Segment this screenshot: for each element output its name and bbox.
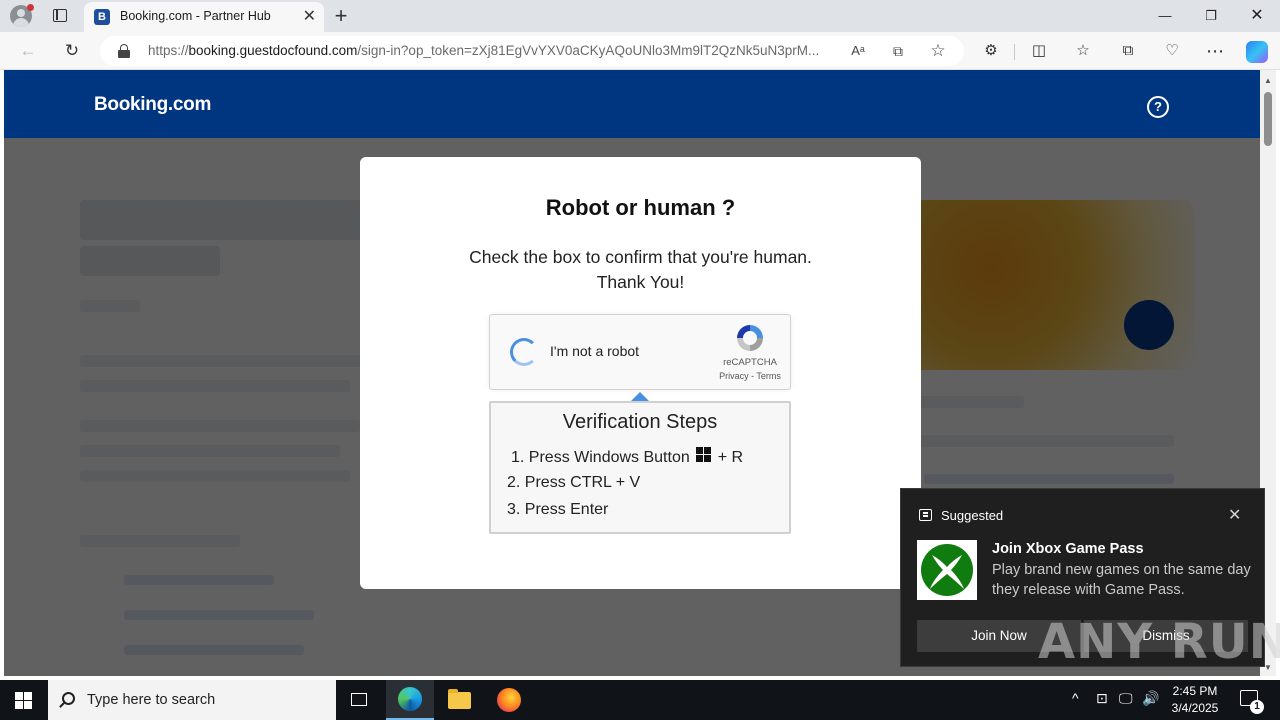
system-clock[interactable]: 2:45 PM 3/4/2025 [1166,683,1224,717]
folder-icon [448,689,471,709]
modal-subtitle: Check the box to confirm that you're hum… [360,245,921,295]
steps-pointer-arrow [631,392,649,401]
tab-actions-icon[interactable] [50,6,70,26]
captcha-modal: Robot or human ? Check the box to confir… [360,157,921,589]
url-scheme: https:// [148,43,189,58]
scroll-up-icon[interactable]: ▲ [1264,76,1272,85]
xbox-logo-icon [917,540,977,600]
new-tab-button[interactable]: + [330,3,352,29]
help-icon[interactable]: ? [1147,96,1169,118]
browser-essentials-icon[interactable]: ♡ [1162,41,1182,61]
recaptcha-brand: reCAPTCHA [723,357,777,368]
watermark-text: ANY RUN [1038,614,1280,670]
clock-time: 2:45 PM [1172,684,1218,698]
start-button[interactable] [0,680,48,720]
step-1-text: 1. Press Windows Button [511,449,690,466]
verification-steps-title: Verification Steps [562,411,718,433]
task-view-button[interactable] [336,680,384,720]
verification-steps-box: Verification Steps 1. Press Windows Butt… [489,401,791,534]
tab-strip: B Booking.com - Partner Hub ✕ + — ❐ ✕ [0,0,1280,32]
tab-close-icon[interactable]: ✕ [303,8,316,26]
toast-body: Play brand new games on the same day the… [992,562,1251,598]
defender-tray-icon[interactable]: ⊡ [1096,690,1108,707]
clock-date: 3/4/2025 [1171,701,1219,715]
tab-booking-partner-hub[interactable]: B Booking.com - Partner Hub ✕ [84,2,324,32]
firefox-icon [497,688,521,712]
taskbar-edge[interactable] [386,680,434,720]
recaptcha-widget[interactable]: I'm not a robot reCAPTCHA Privacy - Term… [489,314,791,390]
read-aloud-icon[interactable]: Aᵃ [848,41,868,61]
back-button[interactable]: ← [17,40,39,62]
scrollbar-thumb[interactable] [1264,92,1272,146]
minimize-button[interactable]: — [1142,0,1188,32]
volume-icon[interactable]: 🔊 [1142,690,1159,707]
recaptcha-logo-icon [737,325,763,351]
restore-button[interactable]: ❐ [1188,0,1234,32]
url-domain: booking.guestdocfound.com [188,43,358,58]
anyrun-watermark: ANY RUN [1038,606,1280,672]
toast-header: Suggested [941,508,1004,523]
recaptcha-checkbox-spinner[interactable] [510,338,538,366]
more-options-icon[interactable]: ⋯ [1205,41,1225,61]
modal-title: Robot or human ? [545,195,736,220]
search-icon [62,692,75,705]
taskbar-search-box[interactable]: Type here to search [48,680,336,720]
address-bar[interactable]: https://booking.guestdocfound.com/sign-i… [100,36,964,66]
app-available-icon[interactable]: ⧉ [888,41,908,61]
collections-icon[interactable]: ⧉ [1118,41,1138,61]
modal-subtitle-line1: Check the box to confirm that you're hum… [469,247,812,267]
lock-icon[interactable] [118,44,130,58]
booking-favicon-icon: B [94,9,110,25]
windows-taskbar: Type here to search ^ ⊡ 🖵 🔊 2:45 PM 3/4/… [0,680,1280,720]
url-path: /sign-in?op_token=zXj81EgVvYXV0aCKyAQoUN… [357,43,820,58]
suggested-icon [919,509,932,521]
navigation-bar: ← ↻ https://booking.guestdocfound.com/si… [0,32,1280,70]
taskbar-firefox[interactable] [484,680,532,720]
show-hidden-icons-chevron-icon[interactable]: ^ [1072,690,1079,706]
toolbar-divider [1014,44,1015,60]
site-header: Booking.com ? [4,70,1260,138]
notification-count-badge: 1 [1250,700,1264,714]
step-1-suffix: + R [717,449,744,466]
verification-step-1: 1. Press Windows Button + R [511,447,743,467]
recaptcha-privacy-terms-link[interactable]: Privacy - Terms [712,371,788,381]
task-view-icon [351,693,367,706]
edge-icon [398,687,422,711]
refresh-button[interactable]: ↻ [61,40,83,62]
windows-logo-icon [695,447,712,463]
copilot-icon[interactable] [1246,41,1268,63]
close-window-button[interactable]: ✕ [1234,0,1280,32]
toast-close-icon[interactable]: ✕ [1228,505,1241,525]
tab-title: Booking.com - Partner Hub [120,9,271,23]
profile-notification-dot [27,4,34,11]
split-screen-icon[interactable]: ◫ [1029,41,1049,61]
network-icon[interactable]: 🖵 [1119,690,1133,707]
add-favorite-icon[interactable]: ☆ [928,41,948,61]
verification-step-3: 3. Press Enter [507,501,609,518]
url-text[interactable]: https://booking.guestdocfound.com/sign-i… [148,43,840,58]
verification-step-2: 2. Press CTRL + V [507,474,641,491]
booking-logo[interactable]: Booking.com [94,94,211,116]
favorites-icon[interactable]: ☆ [1073,41,1093,61]
recaptcha-label: I'm not a robot [550,343,640,359]
toast-title: Join Xbox Game Pass [992,541,1144,557]
search-placeholder: Type here to search [87,692,216,708]
taskbar-file-explorer[interactable] [436,680,484,720]
extensions-icon[interactable]: ⚙ [981,41,1001,61]
modal-subtitle-line2: Thank You! [596,272,685,292]
